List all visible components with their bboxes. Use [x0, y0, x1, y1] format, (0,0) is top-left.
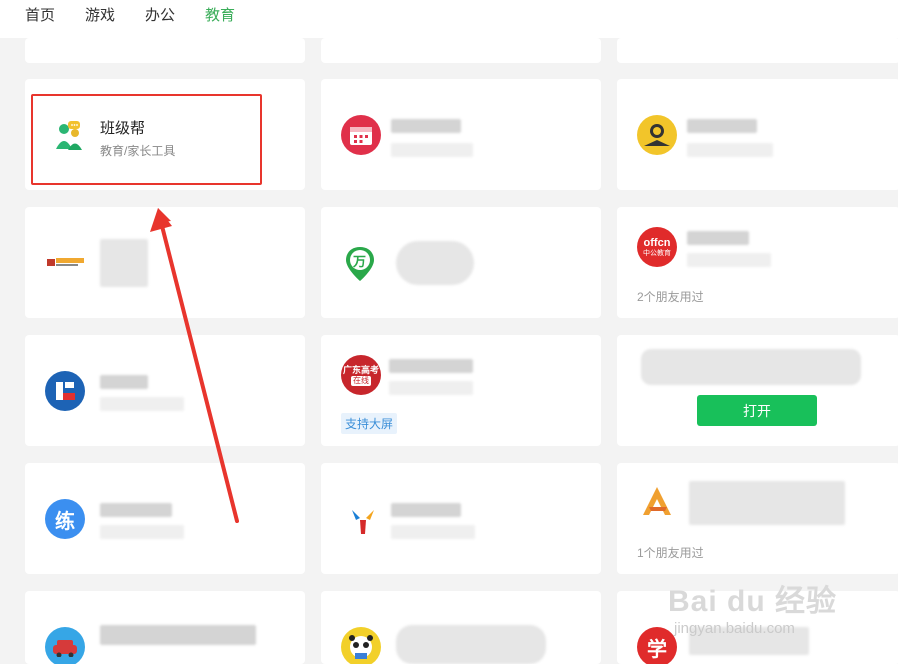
- baidu-watermark: Bai du 经验 jingyan.baidu.com: [668, 562, 858, 642]
- watermark-url: jingyan.baidu.com: [674, 620, 795, 637]
- watermark-main: Bai du 经验: [668, 585, 838, 618]
